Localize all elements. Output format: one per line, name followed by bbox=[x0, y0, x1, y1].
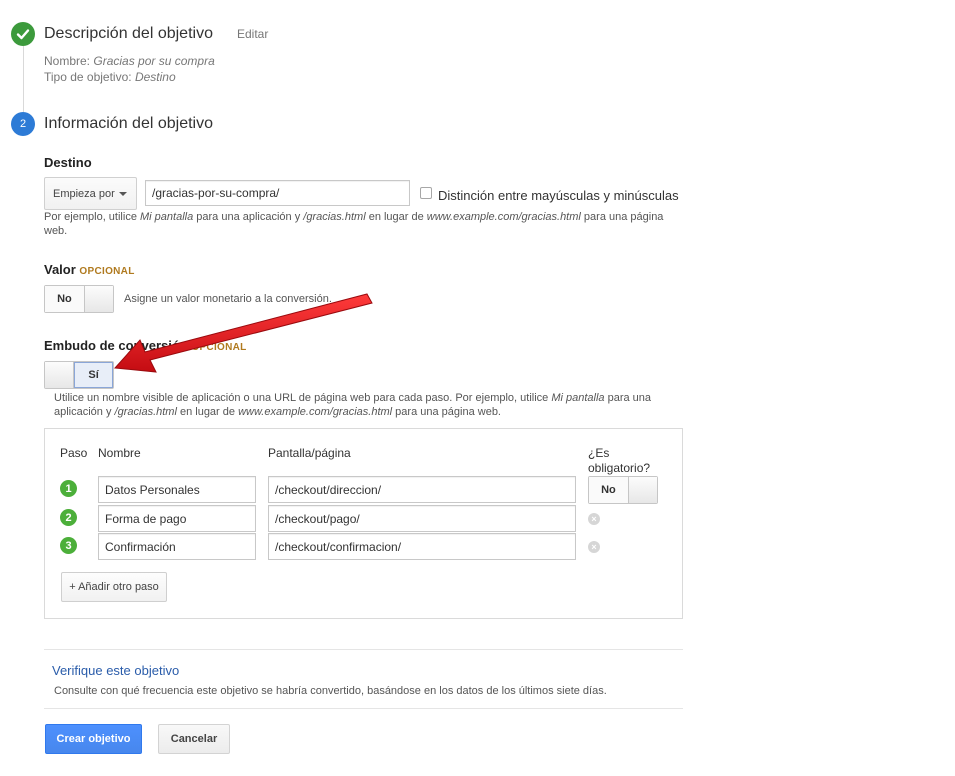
step-name-input[interactable]: Forma de pago bbox=[98, 505, 256, 532]
verify-goal-link[interactable]: Verifique este objetivo bbox=[52, 663, 179, 678]
value-hint: Asigne un valor monetario a la conversió… bbox=[124, 293, 332, 305]
col-required-line2: obligatorio? bbox=[588, 461, 651, 475]
step-number-badge: 3 bbox=[60, 537, 77, 554]
divider bbox=[44, 708, 683, 709]
value-toggle-label: No bbox=[45, 286, 84, 312]
check-icon bbox=[11, 22, 35, 46]
goal-name-label: Nombre: bbox=[44, 54, 94, 68]
col-step: Paso bbox=[60, 446, 88, 460]
step-page-input[interactable]: /checkout/direccion/ bbox=[268, 476, 576, 503]
remove-step-icon[interactable]: × bbox=[588, 513, 600, 525]
step-number-badge: 1 bbox=[60, 480, 77, 497]
add-step-button[interactable]: + Añadir otro paso bbox=[61, 572, 167, 602]
goal-type-line: Tipo de objetivo: Destino bbox=[44, 70, 176, 84]
funnel-help: Utilice un nombre visible de aplicación … bbox=[54, 391, 674, 419]
goal-type-label: Tipo de objetivo: bbox=[44, 70, 135, 84]
goal-setup-page: Descripción del objetivo Editar Nombre: … bbox=[0, 0, 955, 776]
destino-help-em: Mi pantalla bbox=[140, 211, 194, 223]
goal-name-line: Nombre: Gracias por su compra bbox=[44, 54, 215, 68]
col-page: Pantalla/página bbox=[268, 446, 351, 460]
funnel-help-em: Mi pantalla bbox=[551, 392, 605, 404]
verify-description: Consulte con qué frecuencia este objetiv… bbox=[54, 685, 607, 697]
funnel-toggle-label: Sí bbox=[74, 362, 113, 388]
step1-title: Descripción del objetivo bbox=[44, 25, 213, 42]
step2-number: 2 bbox=[11, 112, 35, 136]
destino-help-em: /gracias.html bbox=[303, 211, 366, 223]
step-page-input[interactable]: /checkout/confirmacion/ bbox=[268, 533, 576, 560]
step-page-input[interactable]: /checkout/pago/ bbox=[268, 505, 576, 532]
step-name-input[interactable]: Confirmación bbox=[98, 533, 256, 560]
case-sensitive-checkbox[interactable] bbox=[420, 187, 432, 199]
funnel-toggle[interactable]: Sí bbox=[44, 361, 114, 389]
col-required: ¿Es obligatorio? bbox=[588, 446, 650, 476]
funnel-steps-panel: Paso Nombre Pantalla/página ¿Es obligato… bbox=[44, 428, 683, 619]
funnel-label-text: Embudo de conversión bbox=[44, 338, 188, 353]
goal-type-value: Destino bbox=[134, 70, 176, 84]
funnel-label: Embudo de conversión OPCIONAL bbox=[44, 338, 247, 353]
create-goal-button[interactable]: Crear objetivo bbox=[45, 724, 142, 754]
chevron-down-icon bbox=[119, 192, 127, 196]
destino-help-text: Por ejemplo, utilice bbox=[44, 211, 140, 223]
destino-help-text: web. bbox=[44, 225, 68, 237]
destino-label: Destino bbox=[44, 155, 92, 170]
step-number-badge: 2 bbox=[60, 509, 77, 526]
goal-name-value: Gracias por su compra bbox=[93, 54, 215, 68]
required-toggle-label: No bbox=[589, 477, 628, 503]
match-type-select[interactable]: Empieza por bbox=[44, 177, 137, 210]
destino-help-text: para una aplicación y bbox=[193, 211, 304, 223]
toggle-knob bbox=[45, 362, 75, 388]
remove-step-icon[interactable]: × bbox=[588, 541, 600, 553]
optional-badge: OPCIONAL bbox=[191, 342, 247, 353]
destino-help-em: www.example.com/gracias.html bbox=[426, 211, 581, 223]
case-sensitive-label: Distinción entre mayúsculas y minúsculas bbox=[438, 188, 679, 203]
toggle-knob bbox=[83, 286, 113, 312]
match-type-value: Empieza por bbox=[53, 187, 115, 200]
toggle-knob bbox=[627, 477, 657, 503]
funnel-help-text: Utilice un nombre visible de aplicación … bbox=[54, 392, 552, 404]
cancel-button[interactable]: Cancelar bbox=[158, 724, 230, 754]
step-connector bbox=[23, 46, 24, 112]
value-toggle[interactable]: No bbox=[44, 285, 114, 313]
step-name-input[interactable]: Datos Personales bbox=[98, 476, 256, 503]
step2-title: Información del objetivo bbox=[44, 115, 213, 132]
funnel-help-text: aplicación y bbox=[54, 406, 115, 418]
funnel-help-text: para una bbox=[604, 392, 652, 404]
funnel-help-text: en lugar de bbox=[176, 406, 239, 418]
col-required-line1: ¿Es bbox=[588, 446, 610, 460]
funnel-help-em: /gracias.html bbox=[114, 406, 177, 418]
optional-badge: OPCIONAL bbox=[79, 266, 135, 277]
funnel-help-text: para una página web. bbox=[392, 406, 501, 418]
destino-help: Por ejemplo, utilice Mi pantalla para un… bbox=[44, 210, 674, 238]
funnel-help-em: www.example.com/gracias.html bbox=[238, 406, 393, 418]
col-name: Nombre bbox=[98, 446, 141, 460]
required-toggle[interactable]: No bbox=[588, 476, 658, 504]
valor-label: Valor OPCIONAL bbox=[44, 262, 135, 277]
valor-label-text: Valor bbox=[44, 262, 76, 277]
edit-link[interactable]: Editar bbox=[237, 27, 268, 41]
destino-help-text: en lugar de bbox=[365, 211, 427, 223]
destination-url-input[interactable]: /gracias-por-su-compra/ bbox=[145, 180, 410, 206]
destino-help-text: para una página bbox=[580, 211, 664, 223]
divider bbox=[44, 649, 683, 650]
